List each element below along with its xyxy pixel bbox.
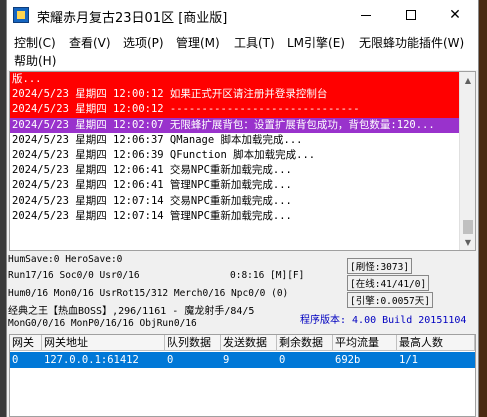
gateway-table[interactable]: 网关 网关地址 队列数据 发送数据 剩余数据 平均流量 最高人数 0 127.0…: [9, 334, 476, 417]
log-line: 2024/5/23 星期四 12:02:07 无限蜂扩展背包：设置扩展背包成功，…: [10, 117, 461, 133]
close-icon: ✕: [449, 7, 461, 23]
log-line: 2024/5/23 星期四 12:07:14 交易NPC重新加载完成...: [12, 194, 292, 207]
table-cell: 0: [279, 354, 286, 366]
status-mon: MonG0/0/16 MonP0/16/16 ObjRun0/16: [8, 318, 197, 329]
maximize-button[interactable]: [390, 0, 432, 30]
background-right-strip: [479, 0, 487, 417]
menu-bar: 控制(C) 查看(V) 选项(P) 管理(M) 工具(T) LM引擎(E) 无限…: [7, 30, 478, 70]
maximize-icon: [406, 10, 416, 20]
menu-wuxianfeng-plugin[interactable]: 无限蜂功能插件(W): [359, 34, 464, 51]
table-cell: 1/1: [399, 354, 418, 366]
column-header[interactable]: 网关: [10, 335, 42, 351]
menu-lm-engine[interactable]: LM引擎(E): [287, 34, 345, 51]
table-cell: 0: [12, 354, 19, 366]
minimize-icon: [361, 14, 371, 16]
log-panel[interactable]: 版... 2024/5/23 星期四 12:00:12 如果正式开区请注册并登录…: [9, 71, 476, 251]
status-panel: HumSave:0 HeroSave:0 Run17/16 Soc0/0 Usr…: [7, 252, 478, 334]
log-line: 2024/5/23 星期四 12:00:12 -----------------…: [10, 102, 461, 118]
log-line: 2024/5/23 星期四 12:07:14 管理NPC重新加载完成...: [12, 209, 292, 222]
table-cell: 692b: [335, 354, 361, 366]
menu-help[interactable]: 帮助(H): [14, 52, 56, 69]
menu-options[interactable]: 选项(P): [123, 34, 164, 51]
log-scrollbar[interactable]: ▲ ▼: [459, 72, 475, 250]
status-time: 0:8:16 [M][F]: [230, 270, 305, 281]
log-line: 2024/5/23 星期四 12:06:41 管理NPC重新加载完成...: [12, 179, 292, 192]
column-header[interactable]: 发送数据: [221, 335, 277, 351]
engine-uptime-badge: [引擎:0.0057天]: [347, 292, 433, 308]
online-count-badge: [在线:41/41/0]: [347, 275, 430, 291]
program-version: 程序版本: 4.00 Build 20151104: [300, 315, 467, 326]
log-line: 2024/5/23 星期四 12:00:12 如果正式开区请注册并登录控制台: [10, 87, 461, 103]
table-row[interactable]: 0 127.0.0.1:61412 0 9 0 692b 1/1: [10, 352, 475, 368]
column-header[interactable]: 网关地址: [42, 335, 165, 351]
log-list[interactable]: 版... 2024/5/23 星期四 12:00:12 如果正式开区请注册并登录…: [10, 72, 461, 250]
column-header[interactable]: 剩余数据: [277, 335, 333, 351]
menu-manage[interactable]: 管理(M): [176, 34, 220, 51]
window-title: 荣耀赤月复古23日01区 [商业版]: [37, 11, 228, 26]
log-line: 版...: [10, 72, 461, 88]
minimize-button[interactable]: [345, 0, 387, 30]
table-header: 网关 网关地址 队列数据 发送数据 剩余数据 平均流量 最高人数: [10, 335, 475, 351]
menu-tools[interactable]: 工具(T): [234, 34, 275, 51]
scroll-down-icon[interactable]: ▼: [460, 234, 476, 250]
scroll-up-icon[interactable]: ▲: [460, 72, 476, 88]
spawn-count-badge: [刷怪:3073]: [347, 258, 413, 274]
column-header[interactable]: 平均流量: [333, 335, 397, 351]
log-line: 2024/5/23 星期四 12:06:37 QManage 脚本加载完成...: [12, 133, 303, 146]
title-bar[interactable]: 荣耀赤月复古23日01区 [商业版] ✕: [7, 0, 478, 30]
status-hum: Hum0/16 Mon0/16 UsrRot15/312 Merch0/16 N…: [8, 288, 289, 299]
scroll-thumb[interactable]: [463, 220, 473, 234]
column-header[interactable]: 最高人数: [397, 335, 475, 351]
column-header[interactable]: 队列数据: [165, 335, 221, 351]
status-humsave: HumSave:0 HeroSave:0: [8, 254, 123, 265]
menu-control[interactable]: 控制(C): [14, 34, 56, 51]
status-run: Run17/16 Soc0/0 Usr0/16: [8, 270, 140, 281]
menu-view[interactable]: 查看(V): [69, 34, 111, 51]
server-console-window: 荣耀赤月复古23日01区 [商业版] ✕ 控制(C) 查看(V) 选项(P) 管…: [6, 0, 479, 417]
table-cell: 9: [223, 354, 230, 366]
close-button[interactable]: ✕: [434, 0, 476, 30]
log-line: 2024/5/23 星期四 12:06:39 QFunction 脚本加载完成.…: [12, 148, 316, 161]
app-icon[interactable]: [13, 7, 29, 23]
table-cell: 127.0.0.1:61412: [44, 354, 139, 366]
table-cell: 0: [167, 354, 174, 366]
status-classic: 经典之王【热血BOSS】,296/1161 - 魔龙射手/84/5: [8, 306, 255, 317]
log-line: 2024/5/23 星期四 12:06:41 交易NPC重新加载完成...: [12, 164, 292, 177]
